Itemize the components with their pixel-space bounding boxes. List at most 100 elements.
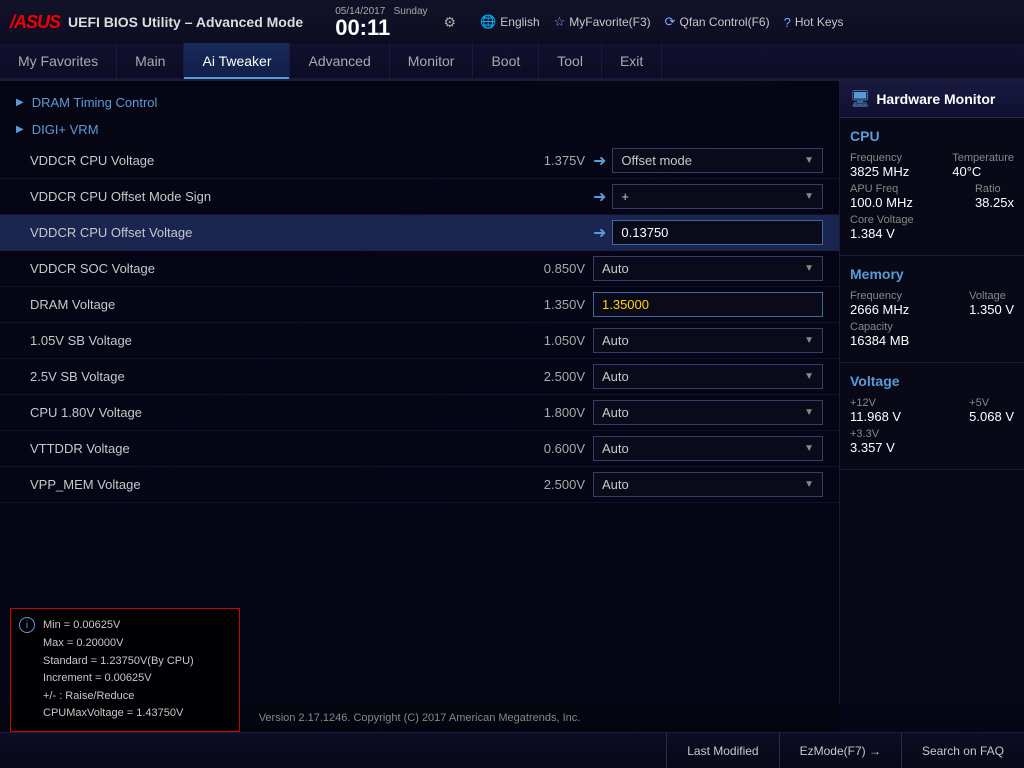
help-icon: ?: [784, 15, 791, 30]
voltage-section: Voltage +12V 11.968 V +5V 5.068 V +3.3V …: [840, 363, 1024, 470]
core-voltage-value: 1.384 V: [850, 226, 914, 241]
1-05v-sb-voltage-control: Auto ▼: [593, 328, 823, 353]
dram-voltage-value: 1.350V: [505, 297, 585, 312]
header-nav-items: 🌐 English ☆ MyFavorite(F3) ⟳ Qfan Contro…: [480, 14, 843, 30]
2-5v-sb-voltage-row: 2.5V SB Voltage 2.500V Auto ▼: [0, 359, 839, 395]
5v-value: 5.068 V: [969, 409, 1014, 424]
2-5v-sb-dropdown[interactable]: Auto ▼: [593, 364, 823, 389]
digi-vrm-header[interactable]: ▶ DIGI+ VRM: [0, 116, 839, 143]
arrow-indicator-1: ➜: [593, 151, 606, 171]
vddcr-soc-voltage-row: VDDCR SOC Voltage 0.850V Auto ▼: [0, 251, 839, 287]
qfan-control-btn[interactable]: ⟳ Qfan Control(F6): [665, 14, 770, 30]
vttddr-voltage-value: 0.600V: [505, 441, 585, 456]
info-icon: i: [19, 617, 35, 633]
hot-keys-btn[interactable]: ? Hot Keys: [784, 15, 844, 30]
vddcr-cpu-offset-voltage-label: VDDCR CPU Offset Voltage: [30, 225, 505, 240]
dram-timing-control-header[interactable]: ▶ DRAM Timing Control: [0, 89, 839, 116]
header-tools: 05/14/2017 Sunday 00:11 ⚙: [335, 6, 456, 39]
vddcr-cpu-voltage-label: VDDCR CPU Voltage: [30, 153, 505, 168]
1-05v-sb-voltage-value: 1.050V: [505, 333, 585, 348]
hardware-monitor-panel: 🖥 Hardware Monitor CPU Frequency 3825 MH…: [839, 81, 1024, 703]
info-box: i Min = 0.00625V Max = 0.20000V Standard…: [10, 608, 240, 732]
tab-monitor[interactable]: Monitor: [390, 43, 474, 79]
last-modified-btn[interactable]: Last Modified: [666, 733, 778, 768]
chevron-down-icon: ▼: [804, 443, 814, 454]
12v-label: +12V: [850, 397, 901, 409]
vpp-mem-voltage-row: VPP_MEM Voltage 2.500V Auto ▼: [0, 467, 839, 503]
ez-mode-btn[interactable]: EzMode(F7) →: [779, 733, 901, 768]
12v-5v-row: +12V 11.968 V +5V 5.068 V: [850, 397, 1014, 424]
soc-voltage-dropdown[interactable]: Auto ▼: [593, 256, 823, 281]
core-voltage-label: Core Voltage: [850, 214, 914, 226]
cpu-temp-label: Temperature: [952, 152, 1014, 164]
search-on-faq-btn[interactable]: Search on FAQ: [901, 733, 1024, 768]
logo-area: /ASUS UEFI BIOS Utility – Advanced Mode: [10, 12, 303, 33]
ratio-label: Ratio: [975, 183, 1014, 195]
vddcr-soc-voltage-value: 0.850V: [505, 261, 585, 276]
vttddr-dropdown[interactable]: Auto ▼: [593, 436, 823, 461]
dram-voltage-label: DRAM Voltage: [30, 297, 505, 312]
voltage-section-title: Voltage: [850, 373, 1014, 389]
tab-tool[interactable]: Tool: [539, 43, 602, 79]
2-5v-sb-voltage-label: 2.5V SB Voltage: [30, 369, 505, 384]
cpu-section: CPU Frequency 3825 MHz Temperature 40°C …: [840, 118, 1024, 256]
vddcr-cpu-offset-mode-sign-label: VDDCR CPU Offset Mode Sign: [30, 189, 505, 204]
cpu-1-80v-dropdown[interactable]: Auto ▼: [593, 400, 823, 425]
vpp-mem-voltage-control: Auto ▼: [593, 472, 823, 497]
gear-icon[interactable]: ⚙: [444, 14, 457, 31]
star-icon: ☆: [554, 14, 566, 30]
vttddr-voltage-row: VTTDDR Voltage 0.600V Auto ▼: [0, 431, 839, 467]
mem-freq-voltage-row: Frequency 2666 MHz Voltage 1.350 V: [850, 290, 1014, 317]
cpu-freq-value: 3825 MHz: [850, 164, 909, 179]
cpu-1-80v-voltage-label: CPU 1.80V Voltage: [30, 405, 505, 420]
vddcr-cpu-voltage-value: 1.375V: [505, 153, 585, 168]
2-5v-sb-voltage-control: Auto ▼: [593, 364, 823, 389]
mem-freq-label: Frequency: [850, 290, 909, 302]
cpu-1-80v-voltage-value: 1.800V: [505, 405, 585, 420]
fan-icon: ⟳: [665, 14, 676, 30]
cpu-section-title: CPU: [850, 128, 1014, 144]
dram-voltage-input[interactable]: 1.35000: [593, 292, 823, 317]
mem-voltage-value: 1.350 V: [969, 302, 1014, 317]
chevron-down-icon: ▼: [804, 155, 814, 166]
header-top: /ASUS UEFI BIOS Utility – Advanced Mode …: [0, 0, 1024, 44]
asus-logo: /ASUS: [10, 12, 60, 33]
apu-freq-label: APU Freq: [850, 183, 913, 195]
mem-capacity-value: 16384 MB: [850, 333, 909, 348]
dram-voltage-control: 1.35000: [593, 292, 823, 317]
chevron-down-icon: ▼: [804, 191, 814, 202]
myfavorite-btn[interactable]: ☆ MyFavorite(F3): [554, 14, 651, 30]
tab-ai-tweaker[interactable]: Ai Tweaker: [184, 43, 290, 79]
cpu-temp-value: 40°C: [952, 164, 1014, 179]
bottom-bar: Last Modified EzMode(F7) → Search on FAQ: [0, 732, 1024, 768]
memory-section-title: Memory: [850, 266, 1014, 282]
1-05v-sb-voltage-label: 1.05V SB Voltage: [30, 333, 505, 348]
cpu-apu-ratio-row: APU Freq 100.0 MHz Ratio 38.25x: [850, 183, 1014, 210]
offset-sign-dropdown[interactable]: + ▼: [612, 184, 823, 209]
vpp-mem-voltage-label: VPP_MEM Voltage: [30, 477, 505, 492]
offset-mode-dropdown[interactable]: Offset mode ▼: [612, 148, 823, 173]
tab-exit[interactable]: Exit: [602, 43, 662, 79]
chevron-down-icon: ▼: [804, 479, 814, 490]
language-selector[interactable]: 🌐 English: [480, 14, 540, 30]
hw-monitor-header: 🖥 Hardware Monitor: [840, 81, 1024, 118]
vpp-mem-dropdown[interactable]: Auto ▼: [593, 472, 823, 497]
tab-my-favorites[interactable]: My Favorites: [0, 43, 117, 79]
ratio-value: 38.25x: [975, 195, 1014, 210]
cpu-freq-temp-row: Frequency 3825 MHz Temperature 40°C: [850, 152, 1014, 179]
vddcr-soc-voltage-label: VDDCR SOC Voltage: [30, 261, 505, 276]
mem-voltage-label: Voltage: [969, 290, 1014, 302]
tab-advanced[interactable]: Advanced: [290, 43, 389, 79]
chevron-down-icon: ▼: [804, 263, 814, 274]
monitor-icon: 🖥: [850, 89, 870, 109]
hw-monitor-title: Hardware Monitor: [876, 91, 995, 107]
vddcr-soc-voltage-control: Auto ▼: [593, 256, 823, 281]
offset-voltage-input[interactable]: 0.13750: [612, 220, 823, 245]
1-05v-sb-dropdown[interactable]: Auto ▼: [593, 328, 823, 353]
tab-boot[interactable]: Boot: [473, 43, 539, 79]
vddcr-cpu-voltage-row: VDDCR CPU Voltage 1.375V ➜ Offset mode ▼: [0, 143, 839, 179]
tab-main[interactable]: Main: [117, 43, 184, 79]
5v-label: +5V: [969, 397, 1014, 409]
collapse-arrow-icon: ▶: [16, 124, 24, 135]
core-voltage-row: Core Voltage 1.384 V: [850, 214, 1014, 241]
